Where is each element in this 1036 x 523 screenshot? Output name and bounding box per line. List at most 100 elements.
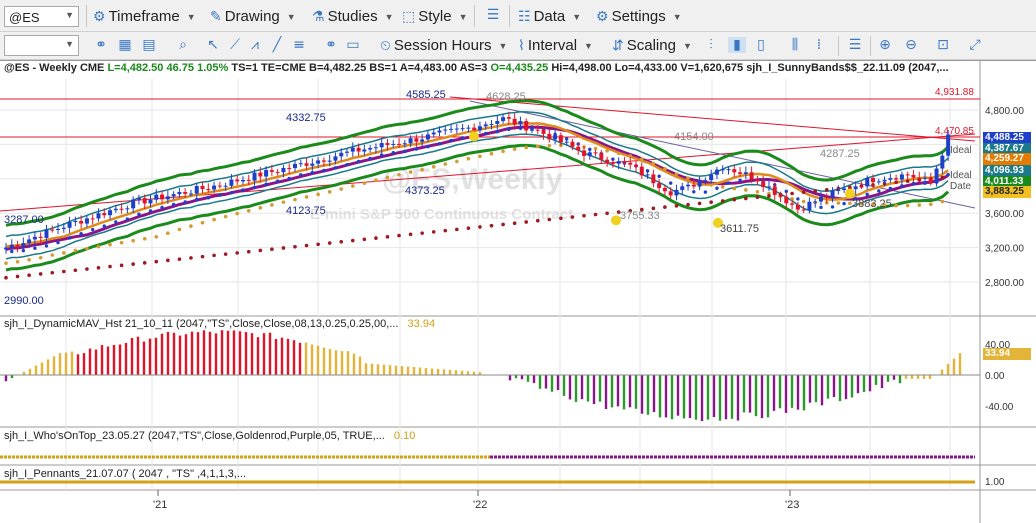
candle-body (264, 170, 269, 177)
session-hours-menu[interactable]: ⏲ Session Hours ▼ (380, 37, 507, 54)
header-volume: V=1,620,675 (680, 62, 744, 74)
clock-icon: ⏲ (380, 37, 391, 53)
search-icon[interactable]: ⌕ (174, 37, 192, 53)
style-icon: ⬚ (402, 8, 416, 24)
histogram-bar (130, 337, 134, 375)
chevron-down-icon: ▼ (186, 11, 196, 22)
candle-body (246, 179, 251, 181)
camera-icon[interactable]: ▭ (344, 37, 362, 53)
blue-dot (264, 182, 268, 187)
header-ts: TS=1 (231, 62, 258, 74)
blue-dot (44, 244, 49, 248)
gold-dot (512, 147, 517, 151)
candle-body (882, 179, 887, 182)
histogram-bar (550, 375, 554, 392)
gold-dot (142, 236, 147, 241)
histogram-bar (88, 348, 92, 375)
layout-icon[interactable]: ☰ (484, 7, 502, 23)
link-icon[interactable]: ⚭ (92, 37, 110, 53)
blue-dot (726, 181, 731, 185)
histogram-bar (832, 375, 836, 398)
histogram-bar (928, 375, 932, 379)
blue-dot (137, 212, 141, 216)
candle-body (269, 170, 274, 172)
gold-dot (397, 172, 401, 177)
line-icon[interactable]: ╱ (268, 37, 286, 53)
fib-icon[interactable]: ≡ (290, 37, 308, 53)
histogram-bar (166, 331, 170, 375)
gold-dot (443, 162, 448, 166)
candle-body (472, 127, 477, 131)
chart-area[interactable]: 4,800.004,400.004,000.003,600.003,200.00… (0, 60, 1036, 523)
histogram-bar (244, 332, 248, 375)
gear-icon: ⚙ (596, 8, 609, 24)
grid-icon[interactable]: ▦ (116, 37, 134, 53)
settings-menu[interactable]: ⚙ Settings ▼ (596, 8, 682, 25)
candle-body (108, 210, 113, 216)
link2-icon[interactable]: ⚭ (322, 37, 340, 53)
histogram-bar (598, 375, 602, 402)
zoom-out-icon[interactable]: ⊖ (902, 37, 920, 53)
dots-icon[interactable]: ⁞ (810, 37, 828, 53)
candle-body (477, 126, 482, 131)
candle-body (662, 187, 667, 192)
red-dot (235, 251, 239, 255)
candle-body (437, 130, 442, 133)
red-dot (293, 244, 297, 249)
blue-dot (333, 166, 338, 170)
quick-select[interactable]: ▼ (4, 35, 79, 56)
header-pct: 1.05% (197, 62, 229, 74)
chevron-down-icon[interactable]: ▼ (65, 10, 74, 20)
histogram-bar (400, 366, 404, 375)
zigzag-icon[interactable]: ⩘ (246, 37, 264, 53)
histogram-bar (352, 353, 356, 375)
histogram-bar (118, 344, 122, 375)
candle-hollow-icon[interactable]: ▯ (752, 37, 770, 53)
candle-body (61, 227, 66, 229)
volume-icon[interactable]: ⫼ (786, 37, 804, 53)
red-dot (420, 231, 424, 235)
cursor-icon[interactable]: ↖ (204, 37, 222, 53)
candle-body (460, 128, 465, 130)
blue-dot (218, 193, 222, 197)
blue-dot (206, 196, 210, 200)
red-dot (790, 191, 794, 196)
candle-body (784, 196, 789, 204)
histogram-bar (40, 362, 44, 375)
price-chart-svg[interactable]: 4,800.004,400.004,000.003,600.003,200.00… (0, 61, 1036, 523)
studies-menu[interactable]: ⚗ Studies ▼ (312, 8, 394, 25)
histogram-bar (760, 375, 764, 419)
red-dot (720, 199, 725, 203)
candle-body (923, 177, 928, 179)
expand-icon[interactable]: ⤢ (966, 37, 984, 53)
database-icon: ☷ (518, 8, 531, 24)
candle-body (801, 209, 806, 211)
scaling-menu[interactable]: ⇵ Scaling ▼ (612, 37, 692, 54)
candle-body (217, 185, 222, 187)
drawing-menu[interactable]: ✎ Drawing ▼ (210, 8, 296, 25)
chevron-down-icon[interactable]: ▼ (65, 39, 74, 49)
fit-icon[interactable]: ⊡ (934, 37, 952, 53)
candle-icon[interactable]: ▮ (728, 37, 746, 53)
candle-body (379, 143, 384, 148)
symbol-input[interactable]: @ES ▼ (4, 6, 79, 27)
layout-icon[interactable]: ☰ (846, 37, 864, 53)
pane2-name: sjh_I_Who'sOnTop_23.05.27 (2047,"TS",Clo… (4, 430, 385, 442)
candle-body (506, 117, 511, 119)
histogram-bar (292, 340, 296, 375)
chart-icon: ⌇ (518, 37, 525, 53)
data-menu[interactable]: ☷ Data ▼ (518, 8, 581, 25)
histogram-bar (568, 375, 572, 400)
gold-dot (85, 246, 89, 251)
table-icon[interactable]: ▤ (140, 37, 158, 53)
gold-dot (189, 224, 193, 228)
timeframe-menu[interactable]: ⚙ Timeframe ▼ (93, 8, 196, 25)
candle-body (934, 168, 939, 183)
trend-icon[interactable]: ⟋ (226, 37, 244, 53)
bar-chart-icon[interactable]: ⫶ (702, 37, 720, 53)
zoom-in-icon[interactable]: ⊕ (876, 37, 894, 53)
header-title: @ES - Weekly CME (4, 62, 105, 74)
histogram-bar (868, 375, 872, 392)
interval-menu[interactable]: ⌇ Interval ▼ (518, 37, 593, 54)
style-menu[interactable]: ⬚ Style ▼ (402, 8, 468, 25)
